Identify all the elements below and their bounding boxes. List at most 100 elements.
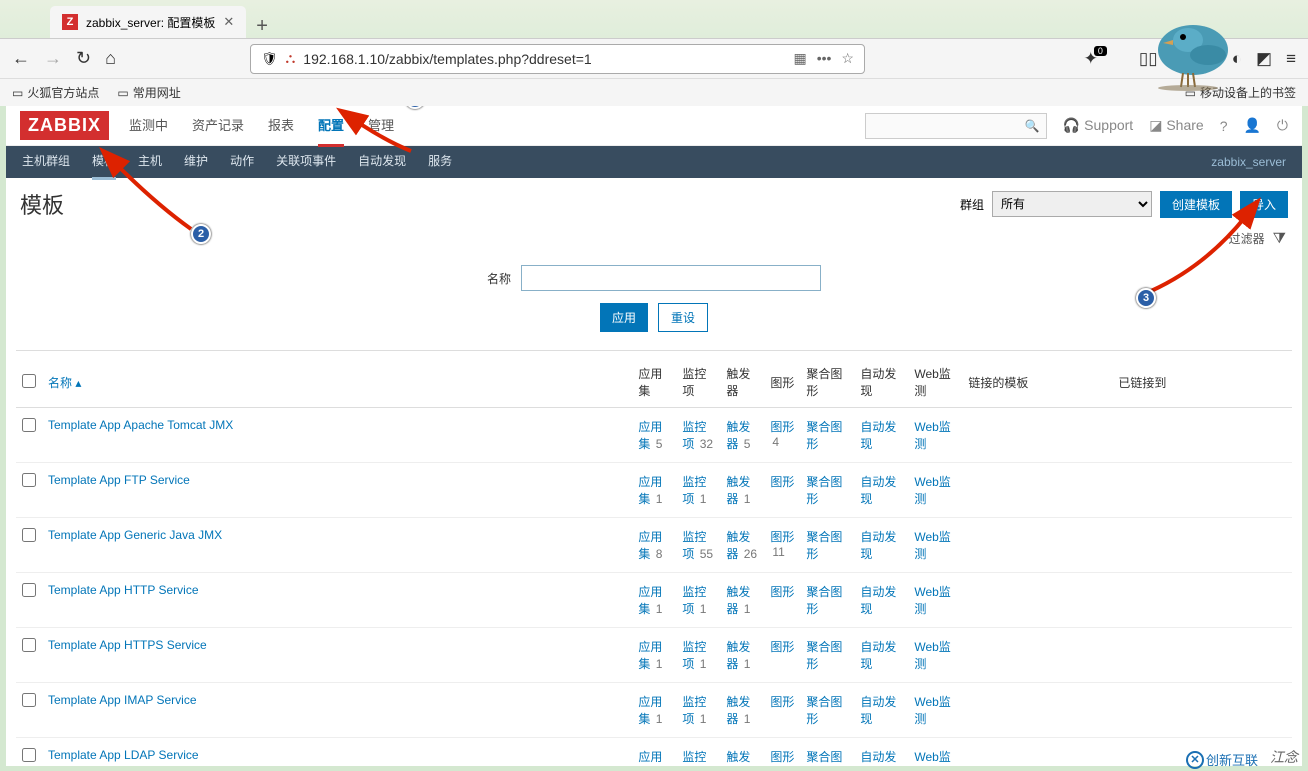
row-checkbox[interactable] [22, 638, 36, 652]
col-name[interactable]: 名称 ▴ [42, 357, 632, 408]
cell-screens[interactable]: 聚合图形 [800, 738, 854, 767]
cell-apps[interactable]: 应用集 1 [632, 738, 676, 767]
menu-item-0[interactable]: 监测中 [129, 106, 168, 147]
cell-discovery[interactable]: 自动发现 [854, 518, 908, 573]
cell-items[interactable]: 监控项 55 [676, 518, 720, 573]
browser-tab[interactable]: Z zabbix_server: 配置模板 ✕ [50, 6, 246, 38]
cell-screens[interactable]: 聚合图形 [800, 518, 854, 573]
cell-screens[interactable]: 聚合图形 [800, 463, 854, 518]
cell-graphs[interactable]: 图形 4 [764, 408, 800, 463]
cell-web[interactable]: Web监测 [908, 573, 962, 628]
cell-graphs[interactable]: 图形 [764, 573, 800, 628]
cell-apps[interactable]: 应用集 1 [632, 683, 676, 738]
subnav-item-0[interactable]: 主机群组 [22, 144, 70, 180]
cell-triggers[interactable]: 触发器 1 [720, 628, 764, 683]
cell-apps[interactable]: 应用集 1 [632, 628, 676, 683]
row-checkbox[interactable] [22, 528, 36, 542]
qr-icon[interactable]: ▦ [793, 50, 806, 67]
cell-discovery[interactable]: 自动发现 [854, 463, 908, 518]
cell-discovery[interactable]: 自动发现 [854, 573, 908, 628]
cell-web[interactable]: Web监测 [908, 518, 962, 573]
zabbix-logo[interactable]: ZABBIX [20, 111, 109, 140]
cell-apps[interactable]: 应用集 1 [632, 573, 676, 628]
cell-screens[interactable]: 聚合图形 [800, 573, 854, 628]
bookmark-firefox[interactable]: ▭火狐官方站点 [12, 84, 99, 101]
row-checkbox[interactable] [22, 748, 36, 762]
cell-triggers[interactable]: 触发器 1 [720, 683, 764, 738]
template-link[interactable]: Template App IMAP Service [48, 693, 197, 707]
cell-triggers[interactable]: 触发器 1 [720, 573, 764, 628]
cell-apps[interactable]: 应用集 8 [632, 518, 676, 573]
group-select[interactable]: 所有 [992, 191, 1152, 217]
cell-web[interactable]: Web监测 [908, 463, 962, 518]
cell-graphs[interactable]: 图形 [764, 683, 800, 738]
menu-item-3[interactable]: 配置 [318, 106, 344, 147]
template-link[interactable]: Template App HTTPS Service [48, 638, 207, 652]
cell-items[interactable]: 监控项 32 [676, 408, 720, 463]
url-bar[interactable]: 🛡 ⛬ 192.168.1.10/zabbix/templates.php?dd… [250, 44, 865, 74]
ext4-icon[interactable]: ◩ [1256, 49, 1272, 69]
cell-apps[interactable]: 应用集 5 [632, 408, 676, 463]
reset-button[interactable]: 重设 [658, 303, 708, 332]
cell-items[interactable]: 监控项 1 [676, 573, 720, 628]
cell-items[interactable]: 监控项 1 [676, 738, 720, 767]
forward-button[interactable]: → [44, 48, 62, 69]
template-link[interactable]: Template App Apache Tomcat JMX [48, 418, 233, 432]
cell-discovery[interactable]: 自动发现 [854, 408, 908, 463]
share-link[interactable]: ◪ Share [1149, 117, 1203, 134]
back-button[interactable]: ← [12, 48, 30, 69]
subnav-item-5[interactable]: 关联项事件 [276, 144, 336, 180]
new-tab-button[interactable]: + [256, 15, 268, 38]
support-link[interactable]: 🎧 Support [1063, 117, 1133, 134]
cell-items[interactable]: 监控项 1 [676, 628, 720, 683]
cell-web[interactable]: Web监测 [908, 738, 962, 767]
help-icon[interactable]: ? [1220, 118, 1228, 134]
cell-triggers[interactable]: 触发器 26 [720, 518, 764, 573]
more-icon[interactable]: ••• [817, 50, 832, 67]
cell-triggers[interactable]: 触发器 1 [720, 738, 764, 767]
menu-item-2[interactable]: 报表 [268, 106, 294, 147]
row-checkbox[interactable] [22, 693, 36, 707]
cell-graphs[interactable]: 图形 11 [764, 518, 800, 573]
template-link[interactable]: Template App HTTP Service [48, 583, 199, 597]
search-input[interactable]: 🔍 [865, 113, 1047, 139]
row-checkbox[interactable] [22, 473, 36, 487]
power-icon[interactable]: ⏻ [1277, 117, 1288, 134]
row-checkbox[interactable] [22, 418, 36, 432]
select-all-checkbox[interactable] [22, 374, 36, 388]
template-link[interactable]: Template App Generic Java JMX [48, 528, 222, 542]
subnav-item-7[interactable]: 服务 [428, 144, 452, 180]
template-link[interactable]: Template App FTP Service [48, 473, 190, 487]
cell-discovery[interactable]: 自动发现 [854, 738, 908, 767]
subnav-item-4[interactable]: 动作 [230, 144, 254, 180]
cell-triggers[interactable]: 触发器 5 [720, 408, 764, 463]
cell-items[interactable]: 监控项 1 [676, 463, 720, 518]
close-icon[interactable]: ✕ [223, 14, 234, 30]
cell-web[interactable]: Web监测 [908, 683, 962, 738]
cell-screens[interactable]: 聚合图形 [800, 628, 854, 683]
cell-discovery[interactable]: 自动发现 [854, 683, 908, 738]
menu-icon[interactable]: ≡ [1286, 49, 1296, 69]
reload-button[interactable]: ↻ [76, 48, 91, 69]
cell-screens[interactable]: 聚合图形 [800, 408, 854, 463]
home-button[interactable]: ⌂ [105, 48, 116, 69]
cell-items[interactable]: 监控项 1 [676, 683, 720, 738]
cell-apps[interactable]: 应用集 1 [632, 463, 676, 518]
template-link[interactable]: Template App LDAP Service [48, 748, 199, 762]
cell-graphs[interactable]: 图形 [764, 628, 800, 683]
filter-icon[interactable]: ⧩ [1273, 230, 1286, 247]
cell-triggers[interactable]: 触发器 1 [720, 463, 764, 518]
row-checkbox[interactable] [22, 583, 36, 597]
name-filter-input[interactable] [521, 265, 821, 291]
apply-button[interactable]: 应用 [600, 303, 648, 332]
cell-web[interactable]: Web监测 [908, 408, 962, 463]
user-icon[interactable]: 👤 [1243, 117, 1260, 134]
cell-graphs[interactable]: 图形 [764, 463, 800, 518]
cell-discovery[interactable]: 自动发现 [854, 628, 908, 683]
cell-screens[interactable]: 聚合图形 [800, 683, 854, 738]
star-icon[interactable]: ☆ [841, 50, 854, 67]
menu-item-1[interactable]: 资产记录 [192, 106, 244, 147]
cell-web[interactable]: Web监测 [908, 628, 962, 683]
cell-graphs[interactable]: 图形 [764, 738, 800, 767]
bookmark-common[interactable]: ▭常用网址 [117, 84, 180, 101]
